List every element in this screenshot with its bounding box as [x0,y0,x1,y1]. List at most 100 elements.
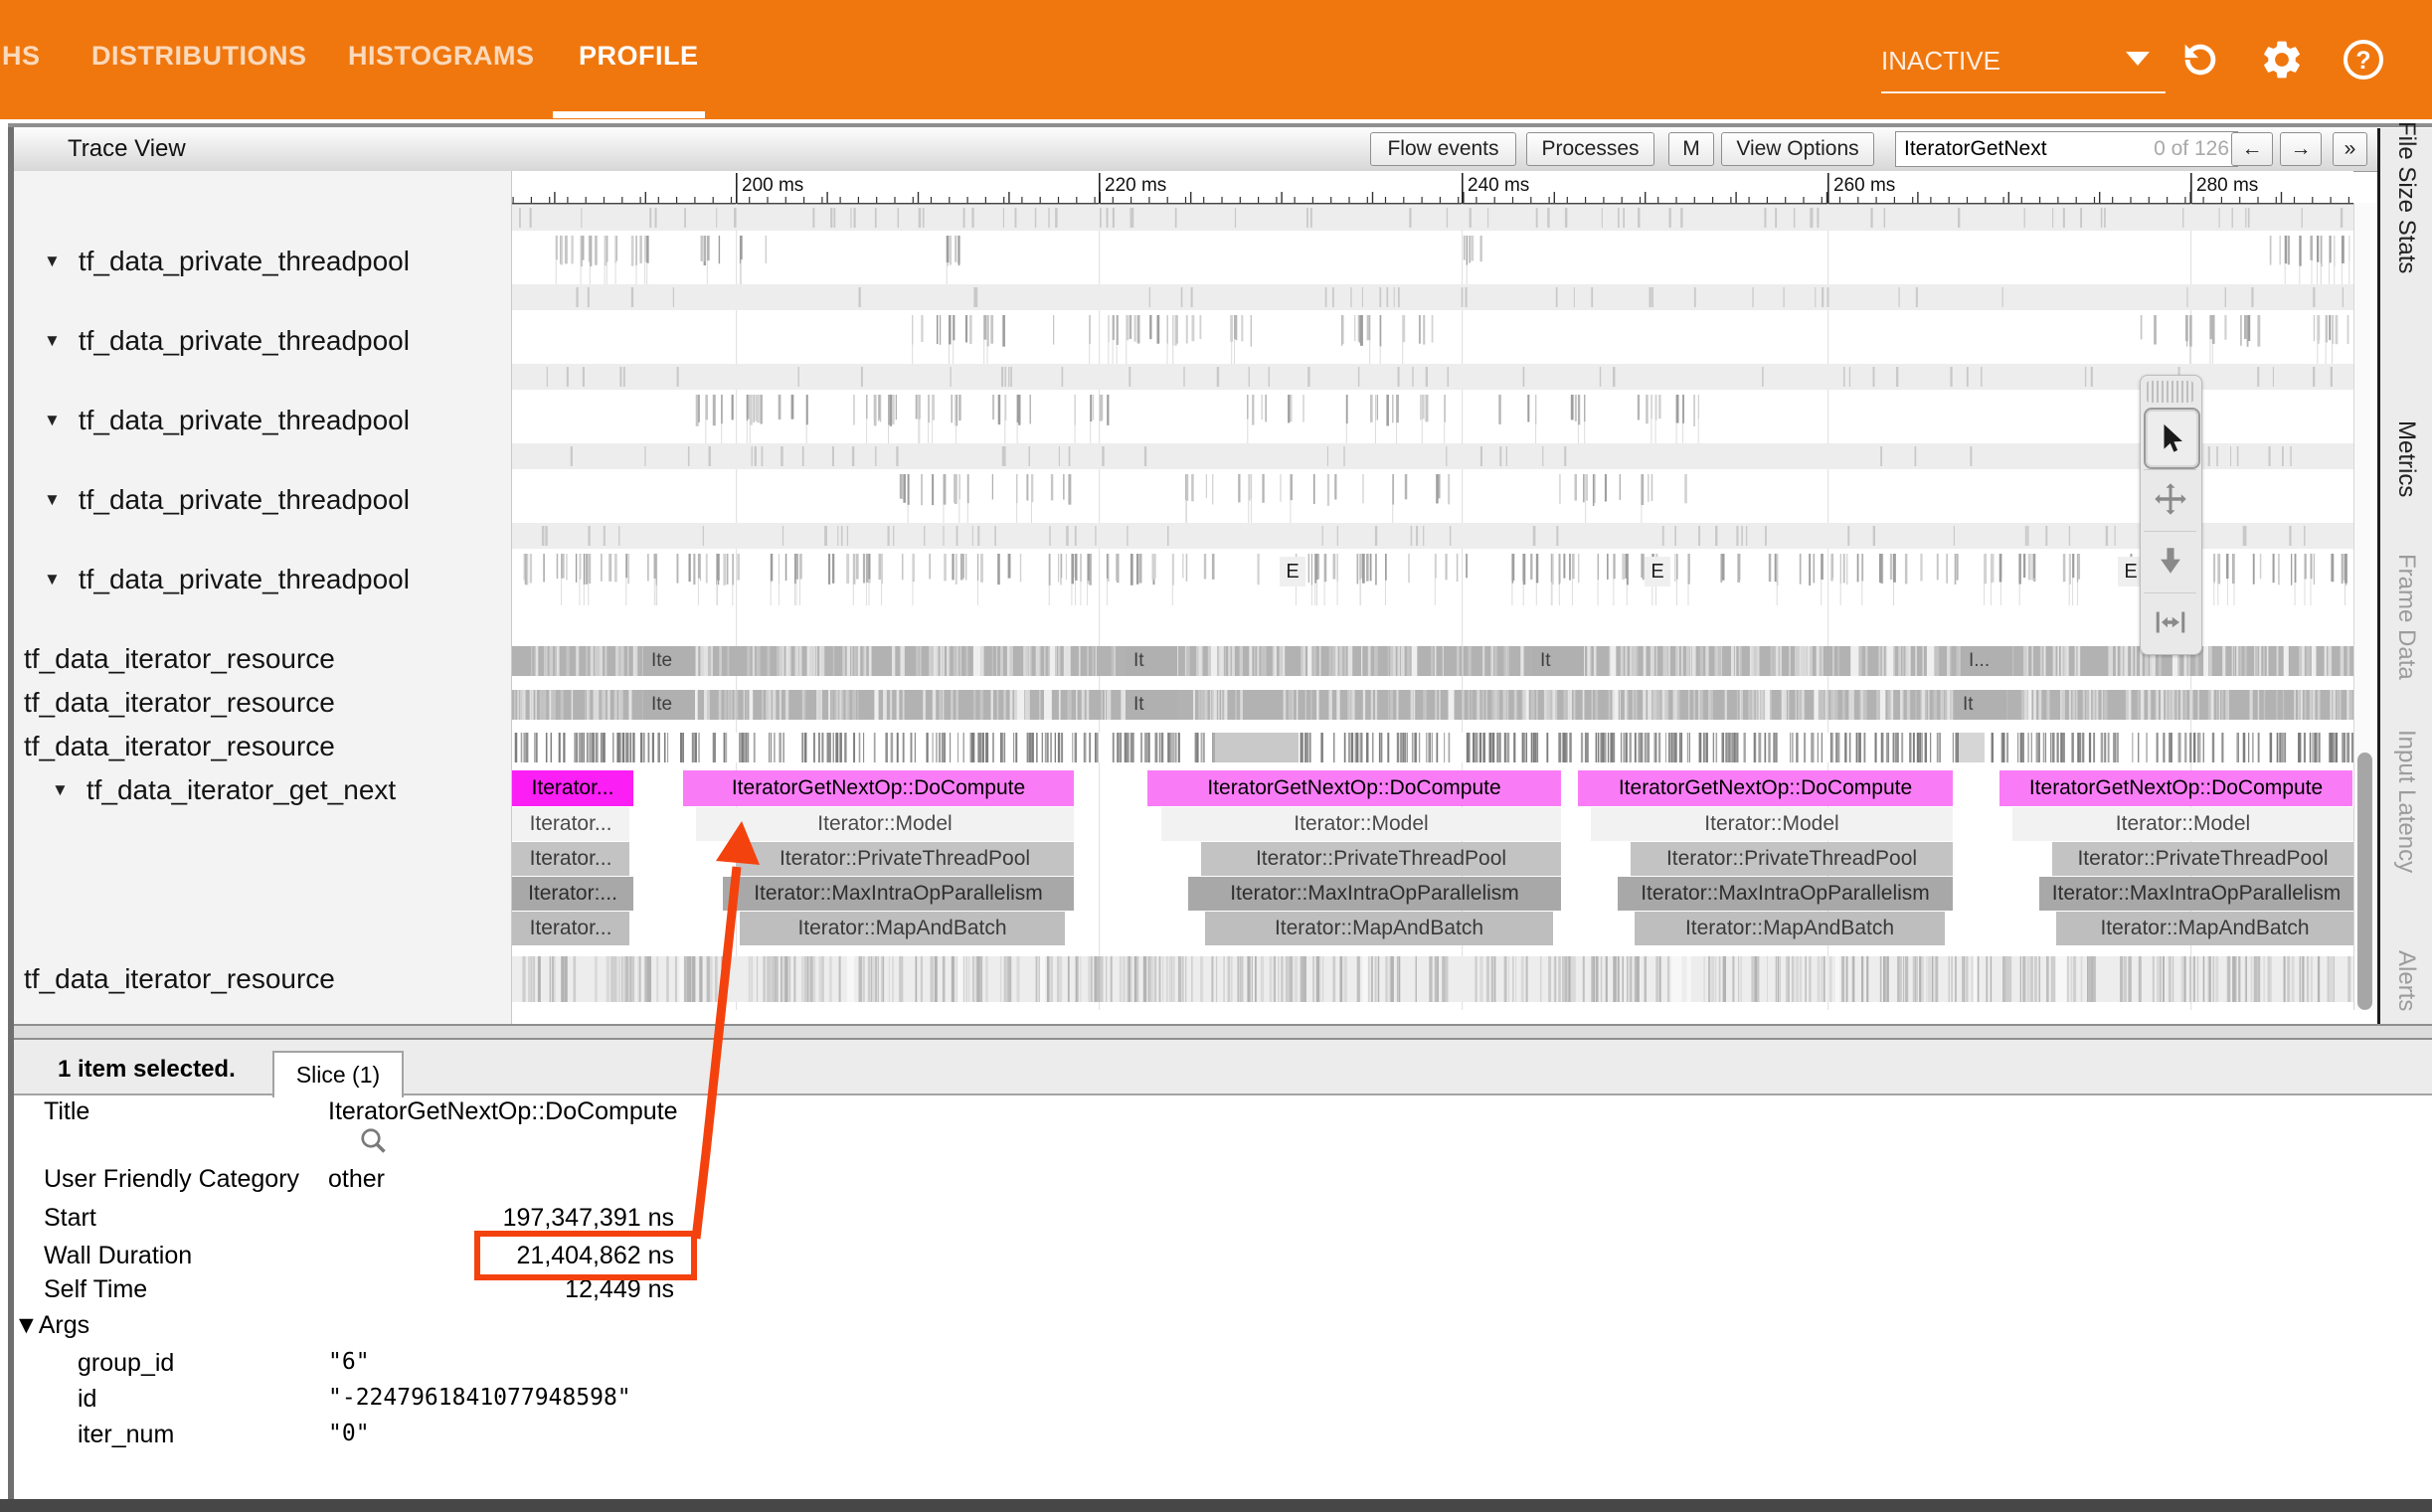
timing-tool[interactable] [2144,592,2196,651]
trace-slice-model[interactable]: Iterator::Model [2012,807,2353,841]
trace-slice-ptp[interactable]: Iterator::PrivateThreadPool [2052,842,2353,876]
pan-tool-icon [2153,481,2188,517]
side-tab-alerts[interactable]: Alerts [2392,950,2420,1011]
resource-slice-label: Ite [651,690,672,720]
trace-slice-mapandbatch[interactable]: Iterator::MapAndBatch [740,912,1065,945]
trace-slice-mapandbatch[interactable]: Iterator... [512,912,629,945]
header-tab-hs[interactable]: HS [2,0,62,111]
trace-slice-model[interactable]: Iterator::Model [696,807,1074,841]
chevron-down-icon[interactable] [2126,52,2150,66]
more-button[interactable]: » [2333,132,2367,166]
track-label-tf_data_private_threadpool[interactable]: ▼ tf_data_private_threadpool [44,401,410,440]
track-label-tf_data_iterator_get_next[interactable]: ▼tf_data_iterator_get_next [52,770,396,810]
header-tab-profile[interactable]: PROFILE [579,0,683,111]
side-tab-frame-data[interactable]: Frame Data [2392,554,2420,680]
help-icon[interactable]: ? [2338,34,2389,85]
track-label-tf_data_private_threadpool[interactable]: ▼tf_data_private_threadpool [44,560,410,599]
detail-label-title: Title [44,1097,89,1126]
resource-slice-label: It [1133,646,1144,676]
header-tab-histograms[interactable]: HISTOGRAMS [348,0,521,111]
trace-slice-maxintra[interactable]: Iterator::MaxIntraOpParallelism [2039,877,2353,911]
side-tab-input-latency[interactable]: Input Latency [2392,730,2420,873]
tab-slice[interactable]: Slice (1) [272,1051,404,1097]
trace-slice-ptp[interactable]: Iterator::PrivateThreadPool [1631,842,1953,876]
track-label-tf_data_iterator_resource: tf_data_iterator_resource [24,639,335,679]
svg-text:?: ? [2355,47,2370,75]
active-tab-underline [553,111,705,118]
refresh-icon[interactable] [2174,34,2226,85]
track-label-tf_data_private_threadpool[interactable]: ▼ tf_data_private_threadpool [44,242,410,281]
trace-slice-mapandbatch[interactable]: Iterator::MapAndBatch [2056,912,2353,945]
panel-splitter[interactable] [14,1024,2432,1040]
trace-slice-mapandbatch[interactable]: Iterator::MapAndBatch [1635,912,1945,945]
mouse-mode-palette [2140,375,2202,655]
palette-drag-handle[interactable] [2147,381,2193,403]
trace-slice-maxintra[interactable]: Iterator::MaxIntraOpParallelism [1188,877,1561,911]
arg-value-id: "-2247961841077948598" [328,1385,631,1411]
track-label-tf_data_private_threadpool[interactable]: ▼tf_data_private_threadpool [44,321,410,361]
trace-slice-maxintra[interactable]: Iterator::MaxIntraOpParallelism [1618,877,1953,911]
detail-value-user-friendly-category: other [328,1165,385,1194]
trace-slice-docompute[interactable]: IteratorGetNextOp::DoCompute [683,770,1074,806]
pan-tool[interactable] [2144,469,2196,528]
trace-slice-maxintra[interactable]: Iterator::MaxIntraOpParallelism [723,877,1074,911]
track-label-text: tf_data_private_threadpool [79,246,410,277]
track-label-tf_data_iterator_resource: tf_data_iterator_resource [24,727,335,766]
args-section-header[interactable]: ▼Args [14,1311,89,1340]
settings-icon[interactable] [2256,34,2308,85]
search-value[interactable]: IteratorGetNext [1904,137,2154,161]
side-tab-file-size-stats[interactable]: File Size Stats [2392,121,2420,273]
detail-label-self-time: Self Time [44,1275,147,1304]
select-tool[interactable] [2144,408,2200,469]
trace-slice-ptp[interactable]: Iterator... [512,842,629,876]
arg-key-group_id: group_id [78,1349,174,1378]
trace-slice-maxintra[interactable]: Iterator:... [512,877,633,911]
magnifier-icon[interactable] [356,1123,392,1159]
trace-slice-docompute[interactable]: IteratorGetNextOp::DoCompute [1999,770,2352,806]
search-input[interactable]: IteratorGetNext0 of 126 [1895,131,2238,167]
trace-canvas[interactable]: 200 ms220 ms240 ms260 ms280 msIterator..… [512,171,2353,1024]
collapse-arrow-icon[interactable]: ▼ [44,411,61,430]
svg-text:280 ms: 280 ms [2196,175,2258,196]
collapse-arrow-icon[interactable]: ▼ [44,331,61,351]
find-next-button[interactable]: → [2280,132,2322,166]
track-label-text: tf_data_iterator_resource [24,643,335,675]
track-label-tf_data_private_threadpool[interactable]: ▼tf_data_private_threadpool [44,480,410,520]
expand-marker[interactable]: E [1645,557,1670,587]
toolbar-button-m[interactable]: M [1668,132,1714,166]
arg-key-id: id [78,1385,96,1414]
header-tab-distributions[interactable]: DISTRIBUTIONS [91,0,290,111]
collapse-arrow-icon[interactable]: ▼ [44,490,61,510]
trace-slice-mapandbatch[interactable]: Iterator::MapAndBatch [1205,912,1553,945]
collapse-arrow-icon[interactable]: ▼ [44,252,61,271]
vertical-scrollbar-thumb[interactable] [2357,753,2372,1010]
zoom-tool[interactable] [2144,531,2196,589]
trace-slice-ptp[interactable]: Iterator::PrivateThreadPool [736,842,1074,876]
trace-slice-ptp[interactable]: Iterator::PrivateThreadPool [1201,842,1561,876]
side-tab-metrics[interactable]: Metrics [2392,420,2420,497]
trace-slice-model[interactable]: Iterator::Model [1591,807,1953,841]
find-prev-button[interactable]: ← [2231,132,2273,166]
svg-text:220 ms: 220 ms [1105,175,1166,196]
analysis-side-tabs: File Size StatsMetricsFrame DataInput La… [2377,128,2432,1024]
collapse-arrow-icon[interactable]: ▼ [44,570,61,589]
detail-label-start: Start [44,1204,96,1233]
trace-slice-model[interactable]: Iterator::Model [1161,807,1561,841]
resource-slice-label: It [1963,690,1974,720]
track-label-text: tf_data_private_threadpool [79,405,410,436]
expand-marker[interactable]: E [1280,557,1305,587]
trace-slice-docompute-selected[interactable]: Iterator... [512,770,633,806]
trace-slice-docompute[interactable]: IteratorGetNextOp::DoCompute [1147,770,1561,806]
selection-status: 1 item selected. [58,1056,236,1084]
trace-slice-docompute[interactable]: IteratorGetNextOp::DoCompute [1578,770,1953,806]
resource-slice-label: I... [1969,646,1990,676]
collapse-arrow-icon[interactable]: ▼ [52,780,69,800]
svg-text:240 ms: 240 ms [1468,175,1529,196]
toolbar-button-processes[interactable]: Processes [1526,132,1654,166]
toolbar-button-flow-events[interactable]: Flow events [1370,132,1516,166]
trace-slice-model[interactable]: Iterator... [512,807,629,841]
arg-key-iter_num: iter_num [78,1421,174,1449]
vertical-scrollbar[interactable] [2353,203,2376,1010]
resource-slice-label: Ite [651,646,672,676]
toolbar-button-view-options[interactable]: View Options [1721,132,1874,166]
